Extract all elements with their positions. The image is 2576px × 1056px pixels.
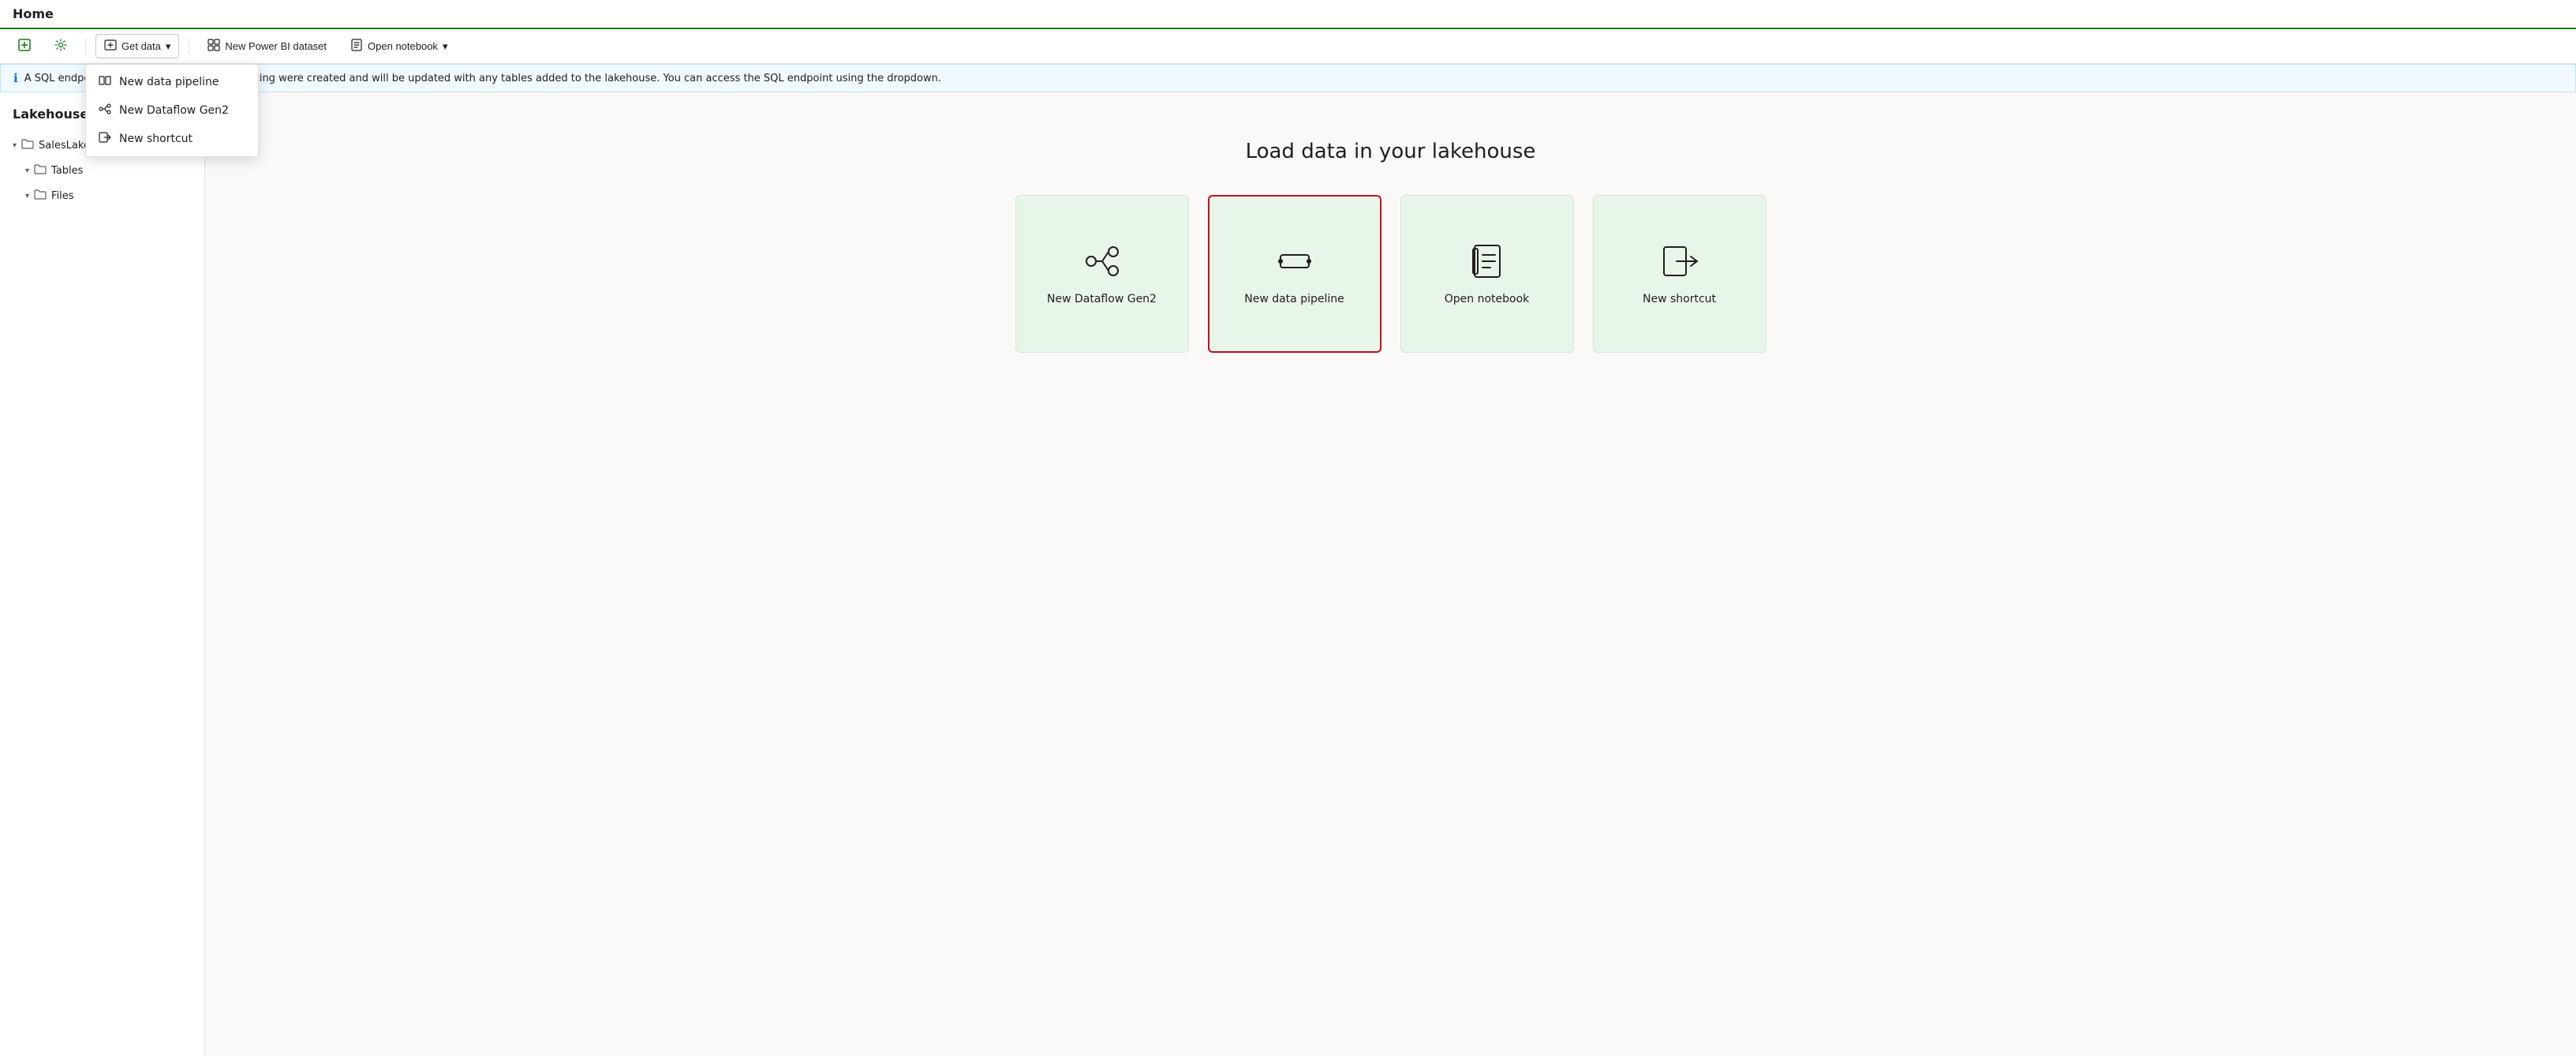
dropdown-item-new-data-pipeline-label: New data pipeline (119, 76, 219, 88)
dataflow-menu-icon (99, 103, 111, 118)
dropdown-item-new-data-pipeline[interactable]: New data pipeline (86, 68, 258, 96)
card-new-data-pipeline[interactable]: New data pipeline (1208, 195, 1381, 353)
files-chevron-icon: ▾ (25, 192, 29, 200)
sidebar-title-text: Lakehouse (13, 107, 88, 122)
info-icon: ℹ (13, 71, 18, 85)
toolbar: Get data ▾ New Power BI dataset Open not… (0, 29, 2576, 64)
cards-grid: New Dataflow Gen2 New data pipeline (1015, 195, 1767, 353)
new-powerbi-icon (208, 39, 220, 54)
page-title: Home (13, 6, 54, 21)
card-label-new-data-pipeline: New data pipeline (1244, 293, 1344, 305)
card-icon-new-dataflow-gen2 (1083, 242, 1121, 280)
dropdown-item-new-dataflow-gen2-label: New Dataflow Gen2 (119, 104, 229, 117)
card-icon-new-shortcut (1661, 242, 1699, 280)
get-data-button[interactable]: Get data ▾ (95, 34, 179, 58)
get-data-icon (104, 39, 117, 54)
new-powerbi-label: New Power BI dataset (225, 40, 327, 52)
card-open-notebook[interactable]: Open notebook (1400, 195, 1574, 353)
content-heading: Load data in your lakehouse (1246, 140, 1536, 163)
content-area: Load data in your lakehouse New Dataflow… (205, 92, 2576, 1056)
saleslakehouse-chevron-icon: ▾ (13, 141, 17, 150)
folder-icon (21, 137, 34, 153)
open-notebook-label: Open notebook (368, 40, 438, 52)
card-label-new-dataflow-gen2: New Dataflow Gen2 (1047, 293, 1157, 305)
open-notebook-icon (350, 39, 363, 54)
card-label-open-notebook: Open notebook (1445, 293, 1530, 305)
main-layout: Lakehouse ▾ SalesLakehouse ▾ (0, 92, 2576, 1056)
files-folder-icon (34, 188, 47, 204)
tables-folder-icon (34, 163, 47, 178)
shortcut-menu-icon (99, 131, 111, 147)
files-label: Files (51, 190, 74, 202)
toolbar-separator-1 (85, 39, 86, 54)
card-label-new-shortcut: New shortcut (1643, 293, 1716, 305)
new-item-button[interactable] (9, 34, 39, 58)
card-icon-new-data-pipeline (1276, 242, 1314, 280)
info-text-prefix: A SQL e (24, 73, 65, 84)
sidebar: Lakehouse ▾ SalesLakehouse ▾ (0, 92, 205, 1056)
info-bar: ℹ A SQL endpoint and default dataset for… (0, 64, 2576, 92)
card-icon-open-notebook (1468, 242, 1506, 280)
sidebar-item-files[interactable]: ▾ Files (0, 183, 204, 208)
settings-button[interactable] (46, 34, 76, 58)
get-data-label: Get data (122, 40, 161, 52)
new-powerbi-button[interactable]: New Power BI dataset (199, 34, 335, 58)
get-data-chevron-icon: ▾ (166, 40, 171, 53)
open-notebook-chevron-icon: ▾ (443, 40, 448, 53)
tables-label: Tables (51, 165, 83, 177)
pipeline-icon (99, 74, 111, 90)
settings-icon (54, 39, 67, 54)
dropdown-item-new-shortcut-label: New shortcut (119, 133, 193, 145)
new-item-icon (18, 39, 31, 54)
sidebar-item-tables[interactable]: ▾ Tables (0, 158, 204, 183)
page-title-bar: Home (0, 0, 2576, 29)
card-new-shortcut[interactable]: New shortcut (1593, 195, 1767, 353)
get-data-dropdown-menu: New data pipeline New Dataflow Gen2 (85, 64, 259, 157)
dropdown-item-new-dataflow-gen2[interactable]: New Dataflow Gen2 (86, 96, 258, 125)
dropdown-item-new-shortcut[interactable]: New shortcut (86, 125, 258, 153)
open-notebook-button[interactable]: Open notebook ▾ (342, 34, 456, 58)
tables-chevron-icon: ▾ (25, 167, 29, 175)
card-new-dataflow-gen2[interactable]: New Dataflow Gen2 (1015, 195, 1189, 353)
